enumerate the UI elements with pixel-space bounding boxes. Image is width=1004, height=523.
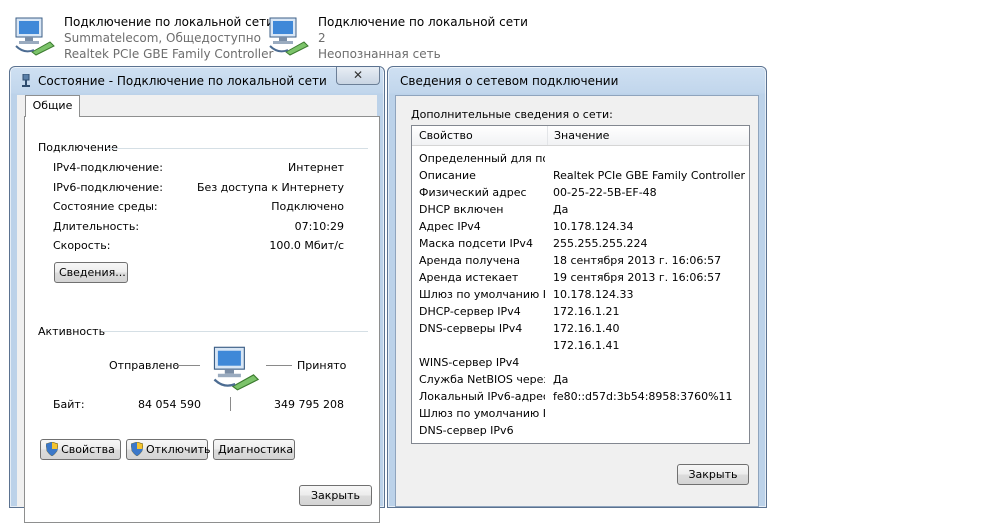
- table-row[interactable]: Служба NetBIOS через TCP/IP Да: [412, 371, 749, 388]
- value-cell: 172.16.1.21: [553, 305, 620, 318]
- table-row[interactable]: Физический адрес 00-25-22-5B-EF-48: [412, 184, 749, 201]
- sent-line: [174, 365, 200, 366]
- disable-label: Отключить: [146, 443, 211, 456]
- table-row[interactable]: DHCP-сервер IPv4 172.16.1.21: [412, 303, 749, 320]
- disable-button[interactable]: Отключить: [126, 439, 211, 460]
- value-cell: Да: [553, 373, 569, 386]
- details-button[interactable]: Сведения...: [54, 262, 128, 283]
- connection-adapter: Неопознанная сеть: [318, 47, 441, 61]
- divider: [103, 331, 368, 332]
- table-row[interactable]: WINS-сервер IPv4: [412, 354, 749, 371]
- title-close-button[interactable]: ✕: [336, 67, 380, 85]
- table-row[interactable]: Шлюз по умолчанию IPv4 10.178.124.33: [412, 286, 749, 303]
- details-close-button[interactable]: Закрыть: [677, 464, 749, 485]
- group-activity-label: Активность: [38, 325, 106, 338]
- value-cell: Realtek PCIe GBE Family Controller: [553, 169, 746, 182]
- property-cell: Определенный для подключения DNS-суффикс: [419, 152, 545, 165]
- diagnose-button[interactable]: Диагностика: [213, 439, 295, 460]
- value-cell: fe80::d57d:3b54:8958:3760%11: [553, 390, 733, 403]
- bytes-received-value: 349 795 208: [274, 398, 344, 411]
- property-cell: Маска подсети IPv4: [419, 237, 533, 250]
- property-cell: DHCP-сервер IPv4: [419, 305, 521, 318]
- table-row[interactable]: Аренда истекает 19 сентября 2013 г. 16:06…: [412, 269, 749, 286]
- tab-general[interactable]: Общие: [25, 95, 80, 117]
- bytes-label: Байт:: [53, 398, 85, 411]
- close-button[interactable]: Закрыть: [299, 485, 372, 506]
- property-cell: Локальный IPv6-адрес канала: [419, 390, 545, 403]
- window-title: Состояние - Подключение по локальной сет…: [38, 74, 327, 88]
- connection-adapter: Realtek PCIe GBE Family Controller: [64, 47, 274, 61]
- table-row[interactable]: Адрес IPv4 10.178.124.34: [412, 218, 749, 235]
- sent-label: Отправлено: [109, 359, 180, 372]
- window-title: Сведения о сетевом подключении: [400, 74, 619, 88]
- properties-button[interactable]: Свойства: [40, 439, 121, 460]
- network-status-icon: [22, 74, 30, 87]
- row-value: 100.0 Мбит/с: [269, 239, 344, 252]
- value-cell: 00-25-22-5B-EF-48: [553, 186, 657, 199]
- connection-name: Подключение по локальной сети: [64, 15, 274, 29]
- property-cell: Адрес IPv4: [419, 220, 481, 233]
- property-cell: DHCP включен: [419, 203, 504, 216]
- received-label: Принято: [297, 359, 347, 372]
- row-label: Состояние среды:: [53, 200, 158, 213]
- value-cell: 10.178.124.34: [553, 220, 634, 233]
- value-cell: 19 сентября 2013 г. 16:06:57: [553, 271, 722, 284]
- bytes-divider: [230, 397, 231, 411]
- value-cell: 10.178.124.33: [553, 288, 634, 301]
- row-value: Интернет: [288, 161, 344, 174]
- property-cell: Шлюз по умолчанию IPv4: [419, 288, 545, 301]
- status-window: Состояние - Подключение по локальной сет…: [9, 66, 385, 523]
- property-cell: DNS-сервер IPv6: [419, 424, 514, 437]
- value-cell: Да: [553, 203, 569, 216]
- details-subtitle: Дополнительные сведения о сети:: [411, 108, 613, 121]
- value-cell: 255.255.255.224: [553, 237, 648, 250]
- row-value: 07:10:29: [294, 220, 344, 233]
- row-value: Подключено: [271, 200, 344, 213]
- value-cell: 18 сентября 2013 г. 16:06:57: [553, 254, 722, 267]
- received-line: [266, 365, 292, 366]
- network-adapter-icon: [269, 17, 309, 56]
- network-adapter-icon: [15, 17, 55, 56]
- uac-shield-icon: [46, 442, 59, 456]
- connection-network: Summatelecom, Общедоступно: [64, 31, 261, 45]
- row-value: Без доступа к Интернету: [197, 181, 344, 194]
- row-label: Длительность:: [53, 220, 140, 233]
- bytes-sent-value: 84 054 590: [138, 398, 201, 411]
- column-header-value[interactable]: Значение: [554, 129, 609, 142]
- row-label: IPv4-подключение:: [53, 161, 163, 174]
- tab-panel: [24, 116, 380, 523]
- table-row[interactable]: 172.16.1.41: [412, 337, 749, 354]
- row-label: Скорость:: [53, 239, 111, 252]
- column-separator[interactable]: [547, 126, 548, 145]
- connection-network: 2: [318, 31, 326, 45]
- property-cell: Аренда получена: [419, 254, 520, 267]
- property-cell: Служба NetBIOS через TCP/IP: [419, 373, 545, 386]
- table-row[interactable]: DNS-сервер IPv6: [412, 422, 749, 439]
- table-row[interactable]: DHCP включен Да: [412, 201, 749, 218]
- value-cell: 172.16.1.41: [553, 339, 620, 352]
- connection-name: Подключение по локальной сети: [318, 15, 528, 29]
- property-cell: WINS-сервер IPv4: [419, 356, 520, 369]
- row-label: IPv6-подключение:: [53, 181, 163, 194]
- table-row[interactable]: Аренда получена 18 сентября 2013 г. 16:06…: [412, 252, 749, 269]
- property-cell: DNS-серверы IPv4: [419, 322, 523, 335]
- value-cell: 172.16.1.40: [553, 322, 620, 335]
- uac-shield-icon: [131, 442, 143, 456]
- details-list[interactable]: Свойство Значение Определенный для подкл…: [411, 125, 750, 444]
- divider: [106, 148, 368, 149]
- properties-label: Свойства: [61, 443, 115, 456]
- network-activity-icon: [213, 346, 260, 391]
- table-row[interactable]: DNS-серверы IPv4 172.16.1.40: [412, 320, 749, 337]
- column-header-property[interactable]: Свойство: [419, 129, 473, 142]
- list-header: Свойство Значение: [412, 126, 749, 146]
- property-cell: Аренда истекает: [419, 271, 519, 284]
- table-row[interactable]: Описание Realtek PCIe GBE Family Controll…: [412, 167, 749, 184]
- table-row[interactable]: Локальный IPv6-адрес канала fe80::d57d:3b…: [412, 388, 749, 405]
- table-row[interactable]: Шлюз по умолчанию IPv6: [412, 405, 749, 422]
- property-cell: Физический адрес: [419, 186, 527, 199]
- property-cell: Описание: [419, 169, 476, 182]
- property-cell: Шлюз по умолчанию IPv6: [419, 407, 545, 420]
- table-row[interactable]: Маска подсети IPv4 255.255.255.224: [412, 235, 749, 252]
- table-row[interactable]: Определенный для подключения DNS-суффикс: [412, 150, 749, 167]
